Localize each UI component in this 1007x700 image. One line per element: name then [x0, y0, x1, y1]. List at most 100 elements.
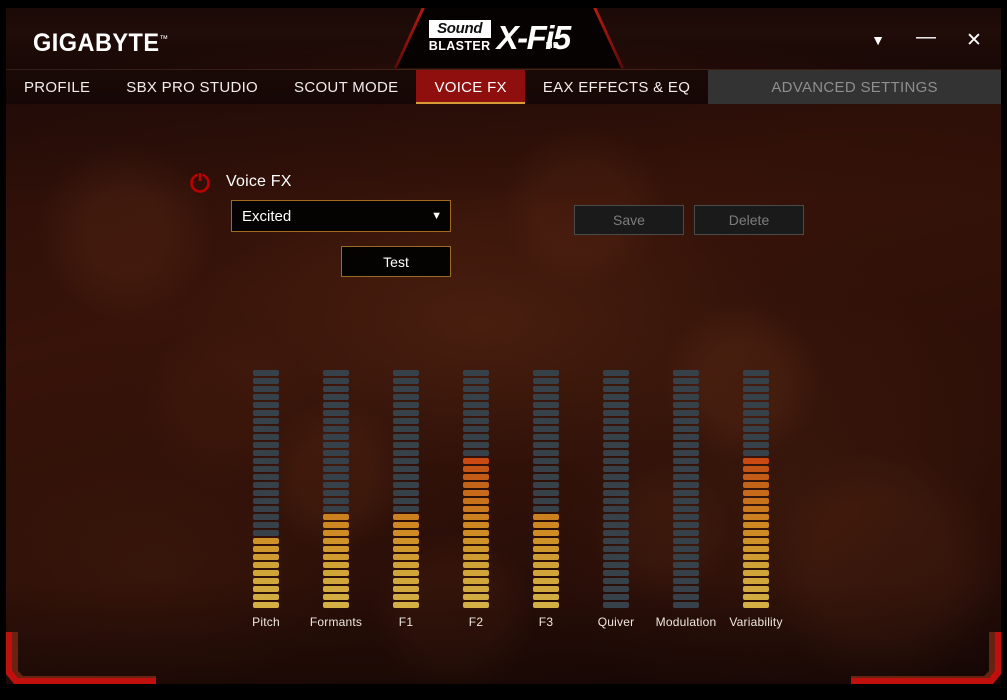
slider-f1[interactable]: F1	[371, 370, 441, 635]
slider-f2[interactable]: F2	[441, 370, 511, 635]
slider-track[interactable]	[393, 370, 419, 608]
save-button-label: Save	[613, 212, 645, 228]
slider-segment	[323, 378, 349, 384]
slider-segment	[253, 538, 279, 544]
slider-segment	[603, 594, 629, 600]
slider-segment	[603, 434, 629, 440]
slider-segment	[603, 370, 629, 376]
corner-bracket-right	[851, 632, 1001, 684]
slider-track[interactable]	[673, 370, 699, 608]
slider-segment	[393, 410, 419, 416]
slider-segment	[253, 394, 279, 400]
minimize-icon[interactable]: —	[915, 27, 937, 47]
application-window: GIGABYTE™ Sound BLASTER X-Fi5 MB ▼ — ✕ P…	[0, 0, 1007, 700]
slider-f3[interactable]: F3	[511, 370, 581, 635]
slider-formants[interactable]: Formants	[301, 370, 371, 635]
slider-segment	[743, 386, 769, 392]
slider-segment	[673, 450, 699, 456]
slider-quiver[interactable]: Quiver	[581, 370, 651, 635]
slider-segment	[673, 418, 699, 424]
mb-label: MB	[545, 41, 560, 50]
slider-modulation[interactable]: Modulation	[651, 370, 721, 635]
slider-segment	[603, 538, 629, 544]
slider-segment	[463, 594, 489, 600]
slider-segment	[603, 490, 629, 496]
slider-segment	[463, 402, 489, 408]
tab-label: SCOUT MODE	[294, 78, 399, 96]
slider-segment	[743, 602, 769, 608]
slider-variability[interactable]: Variability	[721, 370, 791, 635]
slider-segment	[463, 466, 489, 472]
tab-eax-effects-eq[interactable]: EAX EFFECTS & EQ	[525, 70, 708, 104]
slider-segment	[393, 450, 419, 456]
slider-segment	[463, 474, 489, 480]
slider-segment	[323, 402, 349, 408]
tab-voice-fx[interactable]: VOICE FX	[416, 70, 526, 104]
slider-segment	[393, 506, 419, 512]
slider-segment	[673, 586, 699, 592]
slider-segment	[673, 602, 699, 608]
slider-segment	[673, 370, 699, 376]
tab-scout-mode[interactable]: SCOUT MODE	[276, 70, 416, 104]
slider-segment	[323, 562, 349, 568]
slider-segment	[323, 514, 349, 520]
slider-track[interactable]	[533, 370, 559, 608]
slider-track[interactable]	[743, 370, 769, 608]
slider-label: F1	[398, 615, 414, 629]
slider-segment	[323, 482, 349, 488]
slider-segment	[673, 410, 699, 416]
slider-segment	[673, 482, 699, 488]
slider-segment	[393, 594, 419, 600]
slider-segment	[673, 466, 699, 472]
slider-segment	[603, 410, 629, 416]
main-window: GIGABYTE™ Sound BLASTER X-Fi5 MB ▼ — ✕ P…	[6, 8, 1001, 684]
power-icon[interactable]	[188, 170, 212, 194]
tab-profile[interactable]: PROFILE	[6, 70, 108, 104]
slider-segment	[323, 394, 349, 400]
slider-segment	[393, 370, 419, 376]
slider-segment	[393, 386, 419, 392]
slider-segment	[743, 490, 769, 496]
slider-track[interactable]	[253, 370, 279, 608]
slider-segment	[323, 442, 349, 448]
slider-segment	[603, 602, 629, 608]
slider-segment	[463, 410, 489, 416]
slider-track[interactable]	[323, 370, 349, 608]
slider-segment	[323, 498, 349, 504]
slider-track[interactable]	[603, 370, 629, 608]
slider-segment	[253, 562, 279, 568]
slider-segment	[743, 546, 769, 552]
slider-segment	[463, 602, 489, 608]
slider-segment	[673, 594, 699, 600]
slider-segment	[393, 538, 419, 544]
slider-track[interactable]	[463, 370, 489, 608]
tab-label: ADVANCED SETTINGS	[771, 78, 938, 96]
slider-segment	[463, 434, 489, 440]
slider-segment	[323, 506, 349, 512]
slider-segment	[743, 466, 769, 472]
slider-segment	[393, 554, 419, 560]
slider-segment	[603, 514, 629, 520]
slider-segment	[323, 466, 349, 472]
test-button[interactable]: Test	[341, 246, 451, 277]
slider-segment	[393, 498, 419, 504]
slider-segment	[533, 506, 559, 512]
badge-content: Sound BLASTER X-Fi5 MB	[394, 20, 624, 54]
preset-dropdown[interactable]: Excited ▼	[231, 200, 451, 232]
close-icon[interactable]: ✕	[963, 31, 985, 50]
slider-segment	[463, 554, 489, 560]
menu-chevron-down-icon[interactable]: ▼	[867, 33, 889, 47]
slider-segment	[603, 570, 629, 576]
slider-segment	[603, 394, 629, 400]
slider-label: F2	[468, 615, 484, 629]
tab-sbx-pro-studio[interactable]: SBX PRO STUDIO	[108, 70, 276, 104]
tab-label: SBX PRO STUDIO	[126, 78, 259, 96]
preset-selected-value: Excited	[242, 207, 292, 225]
slider-pitch[interactable]: Pitch	[231, 370, 301, 635]
slider-segment	[673, 554, 699, 560]
slider-segment	[253, 498, 279, 504]
slider-segment	[743, 578, 769, 584]
slider-segment	[743, 586, 769, 592]
corner-bracket-left	[6, 632, 156, 684]
slider-segment	[673, 434, 699, 440]
